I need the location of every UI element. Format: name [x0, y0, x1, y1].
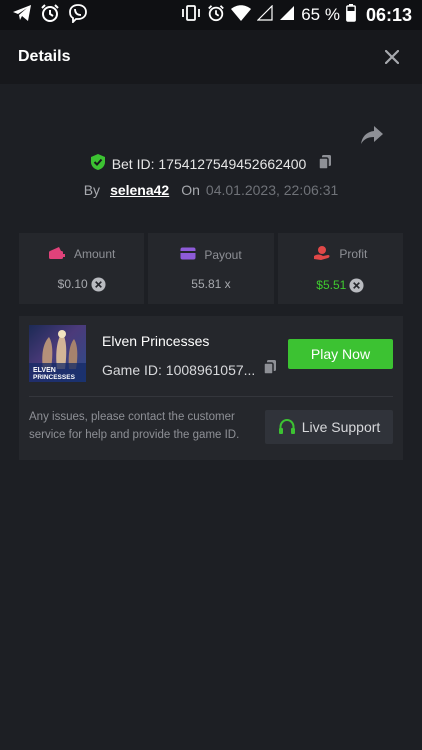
stat-value: 55.81 x	[191, 276, 231, 291]
status-bar-right: 65 % 06:13	[181, 3, 412, 27]
game-name: Elven Princesses	[102, 333, 210, 349]
copy-bet-id-button[interactable]	[318, 154, 332, 175]
wifi-icon	[231, 4, 252, 26]
verified-shield-icon	[90, 153, 106, 176]
share-button[interactable]	[360, 124, 384, 146]
copy-icon	[318, 154, 332, 170]
signal-icon	[256, 4, 273, 26]
thumb-title-2: PRINCESSES	[33, 374, 76, 381]
status-bar-left	[12, 3, 88, 28]
thumb-title-1: ELVEN	[33, 367, 56, 374]
bet-meta-row: By selena42 On 04.01.2023, 22:06:31	[0, 180, 422, 200]
game-id: Game ID: 1008961057...	[102, 361, 256, 378]
alarm-icon	[40, 3, 60, 28]
hand-coin-icon	[313, 245, 331, 264]
play-now-button[interactable]: Play Now	[288, 339, 393, 369]
stat-label: Profit	[339, 247, 368, 261]
signal-icon	[279, 5, 295, 26]
status-time: 06:13	[365, 4, 412, 25]
game-card: ELVEN PRINCESSES Elven Princesses Game I…	[19, 316, 403, 460]
close-button[interactable]	[382, 47, 402, 67]
stat-payout: Payout 55.81 x	[148, 233, 274, 304]
bet-stats: Amount $0.10 Payout 55.81 x Profit $5.51	[19, 233, 403, 304]
close-circle-icon	[349, 277, 364, 293]
bet-id-row: Bet ID: 1754127549452662400	[0, 153, 422, 176]
support-text: Any issues, please contact the customer …	[29, 411, 240, 441]
stat-label: Payout	[204, 247, 242, 262]
bet-id: Bet ID: 1754127549452662400	[111, 156, 307, 172]
close-icon	[385, 50, 399, 64]
stat-amount: Amount $0.10	[19, 233, 145, 304]
headset-icon	[278, 418, 295, 434]
on-label: On	[181, 182, 200, 198]
close-circle-icon	[91, 276, 106, 292]
copy-game-id-button[interactable]	[263, 359, 277, 380]
card-icon	[180, 247, 196, 263]
stat-value: $0.10	[57, 277, 88, 291]
page-title: Details	[18, 48, 71, 65]
details-header: Details	[0, 30, 422, 84]
live-support-label: Live Support	[301, 419, 381, 435]
telegram-icon	[12, 4, 32, 27]
wallet-icon	[48, 246, 66, 263]
stat-profit: Profit $5.51	[277, 233, 403, 304]
divider	[29, 396, 393, 397]
battery-percent: 65 %	[301, 5, 340, 24]
stat-value: $5.51	[316, 278, 347, 292]
live-support-button[interactable]: Live Support	[265, 410, 393, 444]
battery-icon	[346, 3, 356, 27]
stat-label: Amount	[73, 247, 116, 261]
viber-icon	[68, 3, 88, 28]
vibrate-icon	[181, 4, 201, 27]
username-link[interactable]: selena42	[110, 182, 169, 198]
by-label: By	[83, 182, 101, 198]
status-bar: 65 % 06:13	[0, 0, 422, 30]
bet-date: 04.01.2023, 22:06:31	[205, 182, 339, 198]
copy-icon	[263, 360, 277, 375]
alarm-icon	[207, 4, 225, 27]
share-icon	[361, 126, 383, 144]
game-thumbnail[interactable]: ELVEN PRINCESSES	[29, 325, 86, 382]
